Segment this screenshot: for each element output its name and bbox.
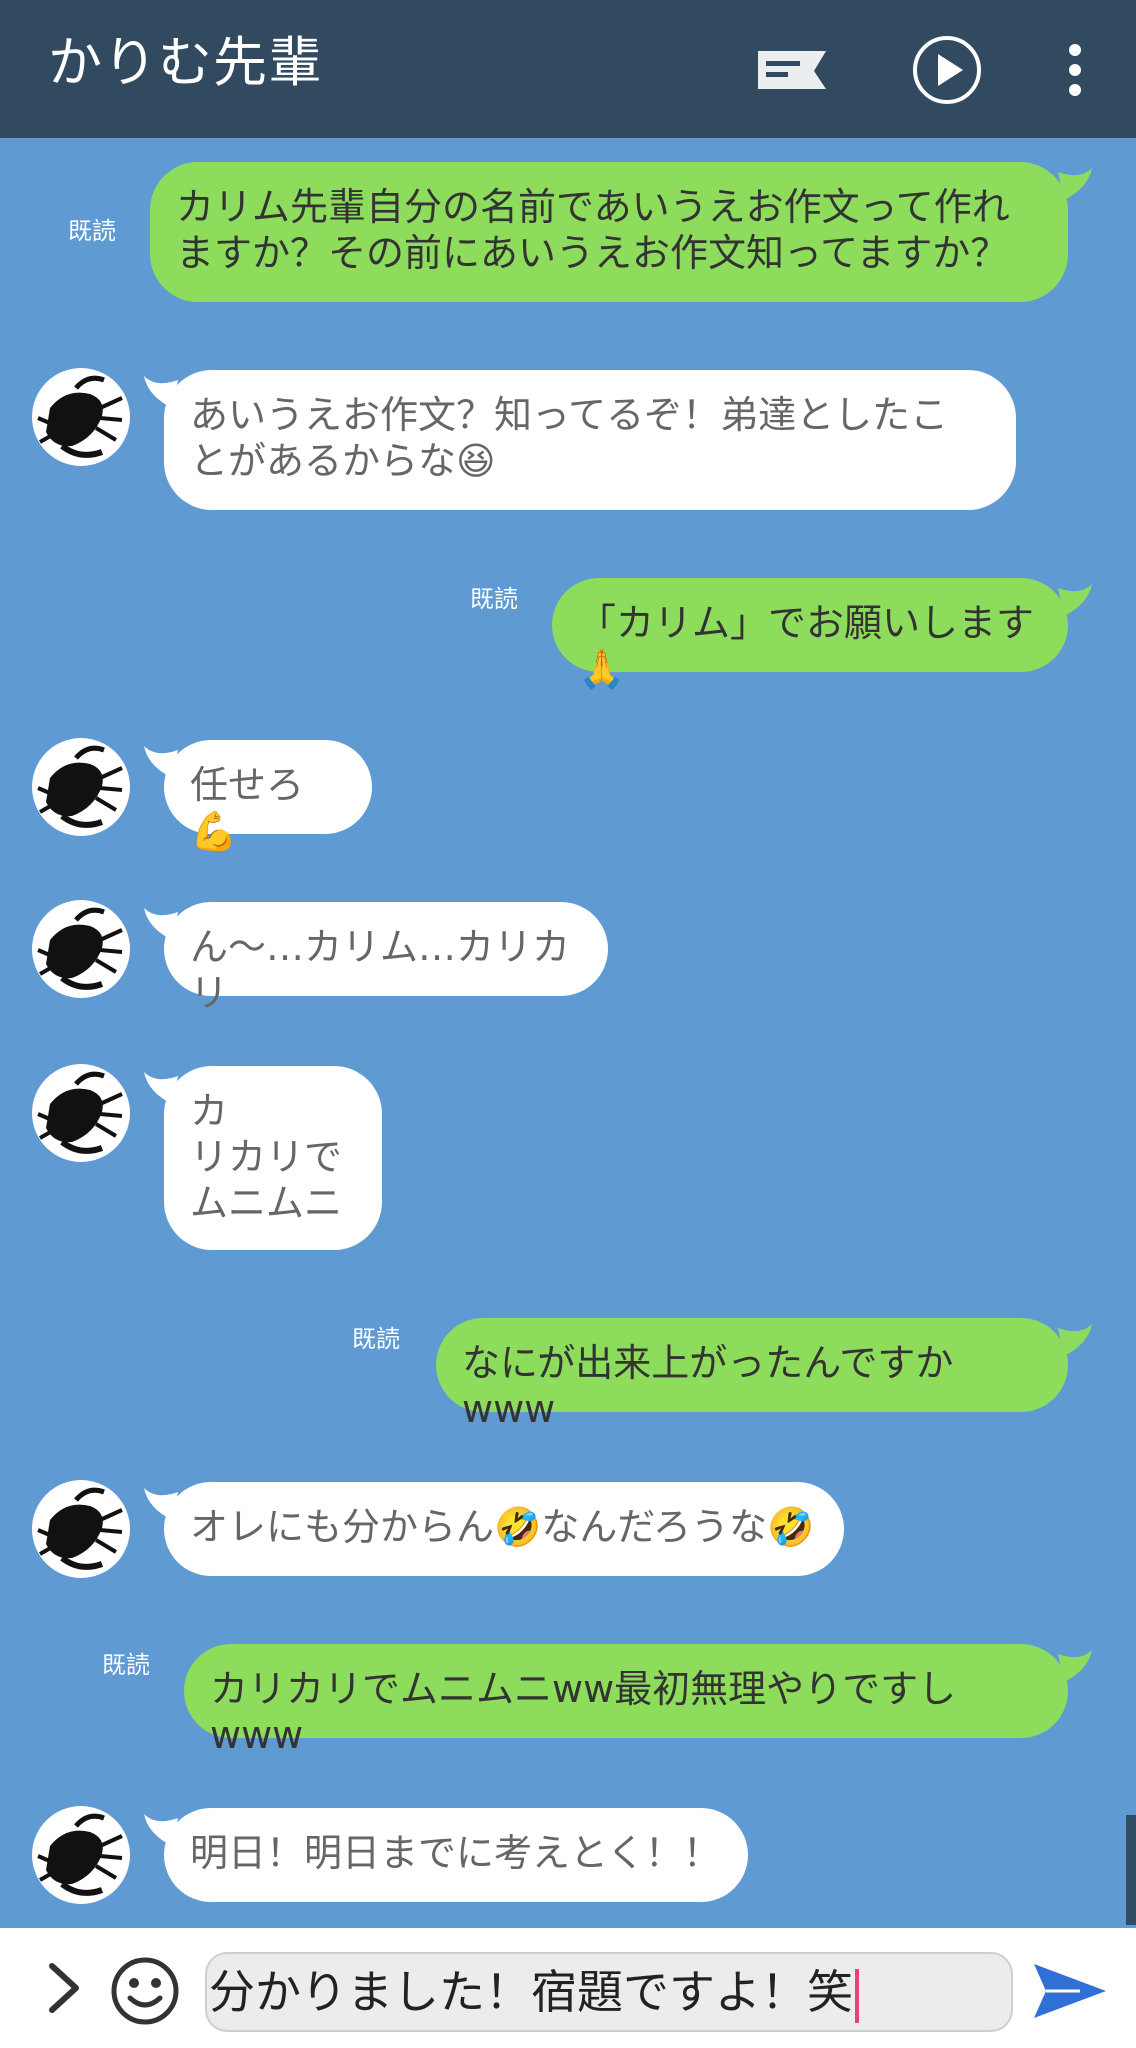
my-message-bubble[interactable]: カリカリでムニムニww最初無理やりですしwww xyxy=(184,1644,1068,1757)
expand-button[interactable] xyxy=(40,1958,90,2018)
avatar-image xyxy=(37,1813,123,1896)
play-icon xyxy=(913,36,981,104)
their-message-bubble[interactable]: カ リカリで ムニムニ xyxy=(164,1066,382,1250)
notes-button[interactable] xyxy=(750,28,834,112)
read-receipt: 既読 xyxy=(68,217,116,245)
avatar[interactable] xyxy=(32,1064,130,1162)
message-input[interactable]: 分かりました！宿題ですよ！笑 xyxy=(205,1952,1013,2032)
avatar[interactable] xyxy=(32,1806,130,1904)
avatar-image xyxy=(37,907,123,990)
notes-icon xyxy=(758,51,826,89)
avatar[interactable] xyxy=(32,900,130,998)
my-message-bubble[interactable]: なにが出来上がったんですかwww xyxy=(436,1318,1068,1431)
play-button[interactable] xyxy=(905,28,989,112)
their-message-bubble[interactable]: あいうえお作文？知ってるぞ！弟達としたこ とがあるからな😆 xyxy=(164,370,1016,510)
send-button[interactable] xyxy=(1030,1956,1110,2026)
their-message-bubble[interactable]: 明日！明日までに考えとく！！ xyxy=(164,1808,748,1902)
avatar[interactable] xyxy=(32,1480,130,1578)
their-message-bubble[interactable]: 任せろ💪 xyxy=(164,740,372,853)
read-receipt: 既読 xyxy=(102,1651,150,1679)
their-message-bubble[interactable]: ん〜…カリム…カリカリ xyxy=(164,902,608,1015)
their-message-bubble[interactable]: オレにも分からん🤣なんだろうな🤣 xyxy=(164,1482,844,1576)
scrollbar[interactable] xyxy=(1126,1815,1136,1925)
smiley-icon xyxy=(111,1957,179,2025)
read-receipt: 既読 xyxy=(470,585,518,613)
avatar[interactable] xyxy=(32,738,130,836)
avatar[interactable] xyxy=(32,368,130,466)
avatar-image xyxy=(37,375,123,458)
bubble-tail xyxy=(1058,584,1092,616)
chat-title: かりむ先輩 xyxy=(48,31,323,94)
emoji-button[interactable] xyxy=(110,1956,180,2026)
bubble-tail xyxy=(1058,1324,1092,1356)
text-cursor xyxy=(855,1968,859,2023)
chevron-right-icon xyxy=(49,1963,79,2013)
bubble-tail xyxy=(1058,1650,1092,1682)
my-message-bubble[interactable]: カリム先輩自分の名前であいうえお作文って作れ ますか？その前にあいうえお作文知っ… xyxy=(150,162,1068,302)
more-vert-icon xyxy=(1069,44,1081,96)
bubble-tail xyxy=(1058,168,1092,200)
avatar-image xyxy=(37,745,123,828)
my-message-bubble[interactable]: 「カリム」でお願いします🙏 xyxy=(552,578,1068,691)
message-input-bar: 分かりました！宿題ですよ！笑 xyxy=(0,1928,1136,2048)
avatar-image xyxy=(37,1071,123,1154)
send-icon xyxy=(1034,1964,1106,2018)
chat-header: かりむ先輩 xyxy=(0,0,1136,138)
read-receipt: 既読 xyxy=(352,1325,400,1353)
more-menu-button[interactable] xyxy=(1035,28,1115,112)
avatar-image xyxy=(37,1487,123,1570)
chat-area[interactable]: 既読 カリム先輩自分の名前であいうえお作文って作れ ますか？その前にあいうえお作… xyxy=(0,138,1136,1928)
message-input-text: 分かりました！宿題ですよ！笑 xyxy=(209,1965,853,2019)
